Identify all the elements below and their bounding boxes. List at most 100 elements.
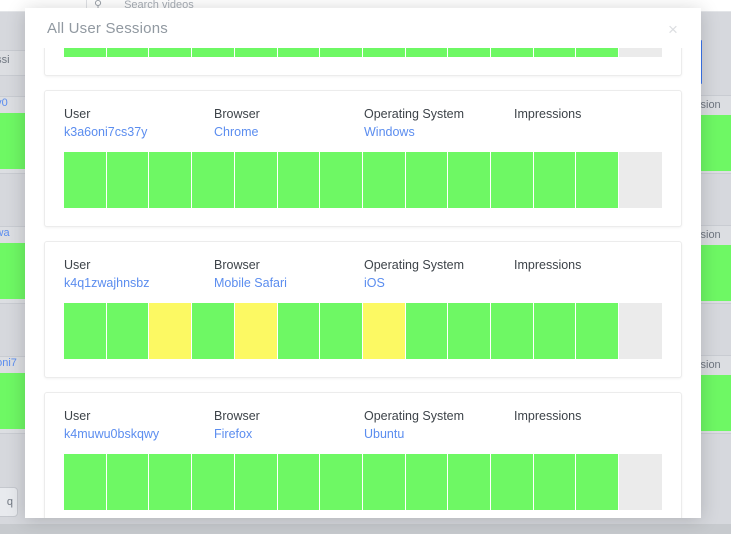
impression-segment-green[interactable] bbox=[491, 48, 534, 57]
session-os-label: Operating System bbox=[364, 409, 465, 423]
session-os-value[interactable]: Windows bbox=[364, 125, 415, 139]
impression-segment-green[interactable] bbox=[106, 152, 150, 208]
impression-segment-green[interactable] bbox=[320, 48, 363, 57]
session-os-label: Operating System bbox=[364, 258, 465, 272]
all-user-sessions-modal: All User Sessions × User k3a6oni7cs37y Bro… bbox=[25, 8, 701, 518]
session-card[interactable] bbox=[44, 48, 682, 76]
impression-segment-green[interactable] bbox=[405, 152, 449, 208]
impression-segment-green[interactable] bbox=[448, 454, 492, 510]
impression-segment-green[interactable] bbox=[533, 152, 577, 208]
impression-segment-green[interactable] bbox=[362, 48, 406, 57]
session-user-value[interactable]: k3a6oni7cs37y bbox=[64, 125, 147, 139]
impression-segment-green[interactable] bbox=[234, 48, 278, 57]
session-browser-field: Browser Mobile Safari bbox=[214, 256, 364, 292]
close-icon[interactable]: × bbox=[663, 19, 683, 39]
impression-segment-green[interactable] bbox=[448, 152, 492, 208]
session-user-value[interactable]: k4muwu0bskqwy bbox=[64, 427, 159, 441]
session-card[interactable]: User k4q1zwajhnsbz Browser Mobile Safari Ope… bbox=[44, 241, 682, 378]
background-bottom-strip bbox=[0, 524, 731, 534]
impression-segment-green[interactable] bbox=[192, 152, 235, 208]
session-os-value[interactable]: Ubuntu bbox=[364, 427, 404, 441]
session-card[interactable]: User k4muwu0bskqwy Browser Firefox Operating… bbox=[44, 392, 682, 518]
impression-segment-green[interactable] bbox=[277, 454, 321, 510]
impression-segment-green[interactable] bbox=[277, 152, 321, 208]
impression-segment-green[interactable] bbox=[64, 454, 107, 510]
session-os-label: Operating System bbox=[364, 107, 465, 121]
impression-segment-green[interactable] bbox=[277, 48, 321, 57]
impression-segment-green[interactable] bbox=[106, 454, 150, 510]
modal-header: All User Sessions × bbox=[25, 8, 701, 48]
impression-segment-empty bbox=[619, 48, 662, 57]
impression-segment-green[interactable] bbox=[491, 454, 534, 510]
session-card[interactable]: User k3a6oni7cs37y Browser Chrome Operating … bbox=[44, 90, 682, 227]
session-impressions-field: Impressions bbox=[514, 256, 634, 292]
session-browser-value[interactable]: Chrome bbox=[214, 125, 258, 139]
impression-segment-green[interactable] bbox=[533, 48, 577, 57]
impression-segment-green[interactable] bbox=[64, 303, 107, 359]
impression-segment-green[interactable] bbox=[106, 48, 150, 57]
impression-segment-green[interactable] bbox=[576, 303, 620, 359]
impression-segment-green[interactable] bbox=[362, 152, 406, 208]
impression-segment-green[interactable] bbox=[448, 303, 492, 359]
session-impressions-label: Impressions bbox=[514, 107, 582, 121]
impression-segment-green[interactable] bbox=[576, 152, 620, 208]
impression-segment-green[interactable] bbox=[64, 48, 107, 57]
impression-segment-green[interactable] bbox=[405, 48, 449, 57]
sessions-list[interactable]: User k3a6oni7cs37y Browser Chrome Operating … bbox=[25, 48, 701, 518]
session-browser-label: Browser bbox=[214, 409, 260, 423]
session-browser-field: Browser Chrome bbox=[214, 105, 364, 141]
page-title: All User Sessions bbox=[47, 19, 168, 37]
session-user-field: User k3a6oni7cs37y bbox=[64, 105, 214, 141]
session-impressions-label: Impressions bbox=[514, 258, 582, 272]
session-fields: User k4muwu0bskqwy Browser Firefox Operating… bbox=[64, 407, 662, 443]
impression-segment-empty bbox=[619, 303, 662, 359]
impression-segment-green[interactable] bbox=[192, 454, 235, 510]
session-browser-value[interactable]: Mobile Safari bbox=[214, 276, 287, 290]
session-browser-value[interactable]: Firefox bbox=[214, 427, 252, 441]
impression-segment-yellow[interactable] bbox=[362, 303, 406, 359]
impression-segment-green[interactable] bbox=[192, 303, 235, 359]
impressions-track bbox=[64, 48, 662, 57]
impression-segment-empty bbox=[619, 152, 662, 208]
session-user-value[interactable]: k4q1zwajhnsbz bbox=[64, 276, 149, 290]
session-user-label: User bbox=[64, 258, 91, 272]
impression-segment-green[interactable] bbox=[320, 152, 363, 208]
session-impressions-field: Impressions bbox=[514, 407, 634, 443]
impression-segment-yellow[interactable] bbox=[149, 303, 193, 359]
impressions-track bbox=[64, 303, 662, 359]
impression-segment-green[interactable] bbox=[576, 454, 620, 510]
session-browser-label: Browser bbox=[214, 258, 260, 272]
impression-segment-green[interactable] bbox=[149, 152, 193, 208]
impression-segment-green[interactable] bbox=[405, 303, 449, 359]
impression-segment-green[interactable] bbox=[405, 454, 449, 510]
impression-segment-green[interactable] bbox=[491, 152, 534, 208]
impression-segment-yellow[interactable] bbox=[234, 303, 278, 359]
impression-segment-green[interactable] bbox=[277, 303, 321, 359]
impression-segment-green[interactable] bbox=[64, 152, 107, 208]
session-impressions-label: Impressions bbox=[514, 409, 582, 423]
impression-segment-green[interactable] bbox=[192, 48, 235, 57]
impression-segment-green[interactable] bbox=[320, 454, 363, 510]
impression-segment-green[interactable] bbox=[491, 303, 534, 359]
impressions-track bbox=[64, 152, 662, 208]
impression-segment-green[interactable] bbox=[576, 48, 620, 57]
impression-segment-green[interactable] bbox=[106, 303, 150, 359]
impressions-track bbox=[64, 454, 662, 510]
session-browser-field: Browser Firefox bbox=[214, 407, 364, 443]
impression-segment-green[interactable] bbox=[234, 152, 278, 208]
session-browser-label: Browser bbox=[214, 107, 260, 121]
impression-segment-green[interactable] bbox=[149, 48, 193, 57]
impression-segment-green[interactable] bbox=[234, 454, 278, 510]
session-fields: User k3a6oni7cs37y Browser Chrome Operating … bbox=[64, 105, 662, 141]
session-user-label: User bbox=[64, 107, 91, 121]
impression-segment-green[interactable] bbox=[149, 454, 193, 510]
background-button[interactable]: q bbox=[0, 487, 18, 517]
impression-segment-green[interactable] bbox=[533, 454, 577, 510]
session-os-value[interactable]: iOS bbox=[364, 276, 385, 290]
impression-segment-green[interactable] bbox=[533, 303, 577, 359]
impression-segment-green[interactable] bbox=[448, 48, 492, 57]
impression-segment-green[interactable] bbox=[362, 454, 406, 510]
impression-segment-green[interactable] bbox=[320, 303, 363, 359]
impression-segment-empty bbox=[619, 454, 662, 510]
session-user-field: User k4muwu0bskqwy bbox=[64, 407, 214, 443]
